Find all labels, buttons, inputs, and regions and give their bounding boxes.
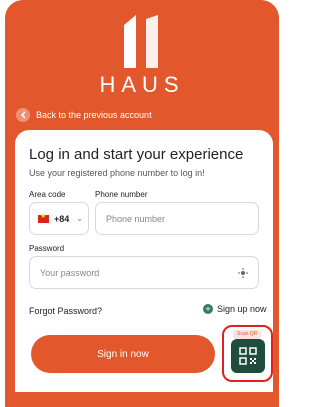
password-input[interactable]: Your password — [29, 256, 259, 289]
area-code-select[interactable]: +84 ⌄ — [29, 202, 89, 235]
eye-icon[interactable] — [238, 267, 248, 278]
scan-qr-button[interactable]: Scan QR — [222, 325, 273, 382]
brand-logo: HAUS — [5, 10, 279, 100]
page-title: Log in and start your experience — [29, 146, 244, 163]
phone-number-placeholder: Phone number — [106, 213, 166, 224]
sign-up-label: Sign up now — [217, 304, 267, 314]
scan-qr-badge: Scan QR — [233, 330, 262, 339]
password-label: Password — [29, 244, 65, 253]
area-code-label: Area code — [29, 190, 66, 199]
chevron-left-icon — [16, 108, 30, 122]
area-code-value: +84 — [54, 213, 70, 224]
forgot-password-link[interactable]: Forgot Password? — [29, 306, 102, 316]
app-screen: HAUS Back to the previous account Log in… — [5, 0, 279, 407]
sign-in-button[interactable]: Sign in now — [31, 335, 215, 373]
vietnam-flag-icon — [38, 212, 49, 223]
login-card: Log in and start your experience Use you… — [15, 130, 273, 392]
brand-name: HAUS — [99, 72, 185, 97]
page-subtitle: Use your registered phone number to log … — [29, 168, 205, 178]
password-placeholder: Your password — [40, 267, 100, 278]
phone-number-input[interactable]: Phone number — [95, 202, 259, 235]
sign-up-link[interactable]: + Sign up now — [203, 304, 267, 314]
plus-icon: + — [203, 304, 213, 314]
phone-number-label: Phone number — [95, 190, 148, 199]
qr-code-icon — [231, 339, 265, 373]
back-label: Back to the previous account — [36, 110, 152, 120]
logo-mark-icon — [124, 15, 158, 68]
back-to-previous-account-link[interactable]: Back to the previous account — [16, 108, 152, 122]
chevron-down-icon: ⌄ — [76, 214, 83, 223]
